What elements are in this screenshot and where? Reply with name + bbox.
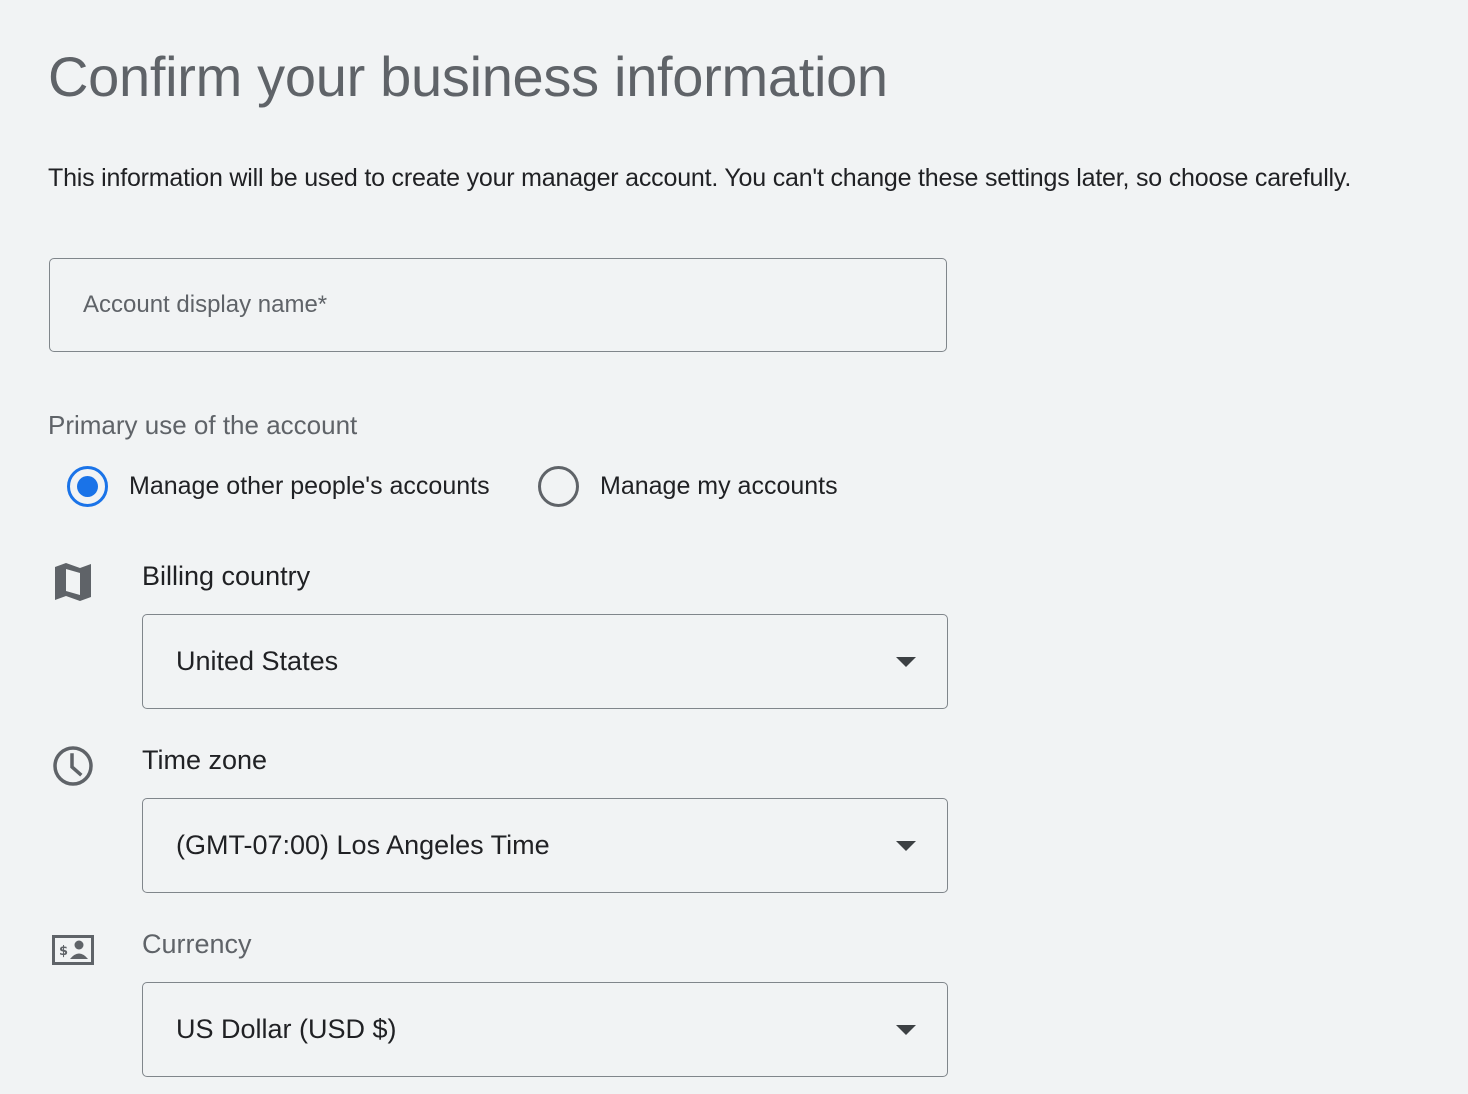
radio-manage-other-accounts[interactable]: Manage other people's accounts (67, 465, 490, 507)
currency-value: US Dollar (USD $) (176, 1014, 397, 1044)
svg-text:$: $ (59, 944, 68, 959)
primary-use-label: Primary use of the account (48, 410, 358, 440)
time-zone-select[interactable]: (GMT-07:00) Los Angeles Time (142, 798, 948, 893)
clock-icon (51, 744, 95, 788)
radio-manage-my-accounts[interactable]: Manage my accounts (538, 465, 838, 507)
radio-button-checked[interactable] (67, 465, 108, 507)
page-title: Confirm your business information (48, 45, 888, 108)
radio-button-unchecked[interactable] (538, 465, 579, 507)
dropdown-arrow-icon (896, 656, 916, 667)
billing-country-value: United States (176, 646, 339, 676)
map-icon (51, 560, 95, 604)
account-display-name-field[interactable] (49, 258, 947, 352)
currency-label: Currency (142, 929, 252, 959)
billing-country-label: Billing country (142, 561, 311, 591)
time-zone-value: (GMT-07:00) Los Angeles Time (176, 830, 550, 860)
currency-bill-icon: $ (51, 928, 95, 972)
billing-country-select[interactable]: United States (142, 614, 948, 709)
radio-label: Manage other people's accounts (129, 471, 490, 500)
radio-label: Manage my accounts (600, 471, 838, 500)
dropdown-arrow-icon (896, 1024, 916, 1035)
page-subtitle: This information will be used to create … (48, 164, 1352, 192)
currency-select[interactable]: US Dollar (USD $) (142, 982, 948, 1077)
account-display-name-input[interactable] (50, 259, 946, 351)
dropdown-arrow-icon (896, 840, 916, 851)
time-zone-label: Time zone (142, 745, 268, 775)
